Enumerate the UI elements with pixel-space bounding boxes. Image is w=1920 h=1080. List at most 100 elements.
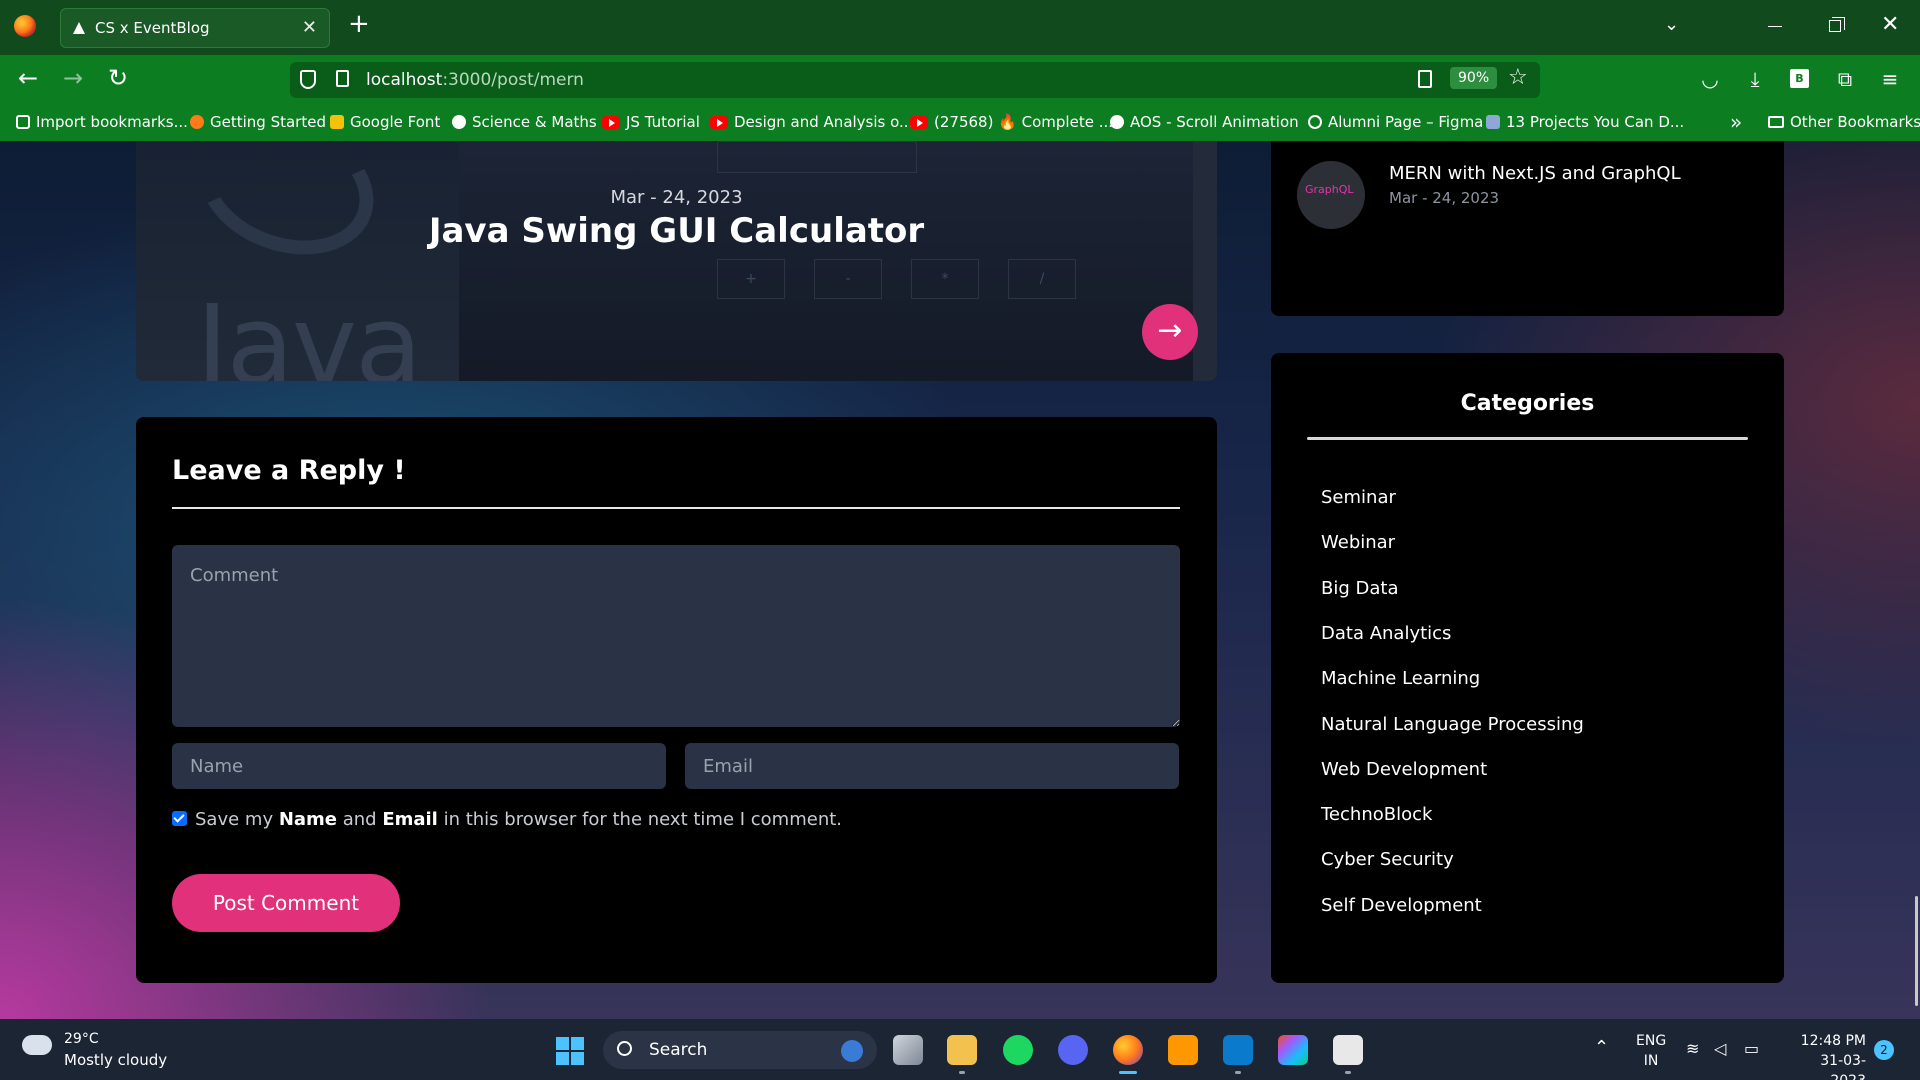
taskbar-search[interactable]: Search — [603, 1031, 877, 1069]
more-bookmarks-chevron-icon[interactable]: » — [1730, 110, 1742, 134]
bookmark-item[interactable]: Google Font — [330, 113, 440, 131]
bing-icon[interactable] — [841, 1040, 863, 1062]
other-bookmarks-folder[interactable]: Other Bookmarks — [1768, 113, 1920, 131]
url-text[interactable]: localhost:3000/post/mern — [366, 70, 584, 90]
minimize-window-icon[interactable] — [1768, 26, 1782, 27]
spotify-icon[interactable] — [1003, 1035, 1033, 1065]
youtube-icon — [602, 116, 620, 129]
github-icon — [1110, 115, 1124, 129]
science-icon — [452, 115, 466, 129]
list-all-tabs-icon[interactable]: ⌄ — [1664, 14, 1679, 35]
windows-start-icon[interactable] — [556, 1037, 584, 1065]
bookmark-item[interactable]: Design and Analysis o... — [710, 113, 913, 131]
bookmark-item[interactable]: Science & Maths — [452, 113, 597, 131]
firefox-taskbar-icon[interactable] — [1113, 1035, 1143, 1065]
bookmark-label: Science & Maths — [472, 113, 597, 131]
notification-badge[interactable]: 2 — [1874, 1040, 1894, 1060]
tab-active[interactable]: CS x EventBlog ✕ — [60, 8, 330, 48]
task-view-icon[interactable] — [893, 1035, 923, 1065]
post-comment-button[interactable]: Post Comment — [172, 874, 400, 932]
recent-post-title[interactable]: MERN with Next.JS and GraphQL — [1389, 163, 1681, 184]
bookmark-item[interactable]: AOS - Scroll Animation — [1110, 113, 1299, 131]
search-icon — [617, 1041, 632, 1056]
save-text-name: Name — [278, 809, 337, 830]
snipping-tool-icon[interactable] — [1333, 1035, 1363, 1065]
category-link[interactable]: TechnoBlock — [1321, 804, 1432, 825]
featured-post-card[interactable]: Java + - * / Mar - 24, 2023 Java Swing G… — [136, 141, 1217, 381]
close-window-icon[interactable]: ✕ — [1881, 12, 1899, 37]
downloads-icon[interactable]: ⤓ — [1744, 68, 1766, 90]
divider — [172, 507, 1180, 509]
weather-cloud-icon[interactable] — [22, 1027, 52, 1055]
bookmark-item[interactable]: JS Tutorial — [602, 113, 700, 131]
bookmark-item[interactable]: (27568) 🔥 Complete ... — [910, 113, 1113, 131]
post-title[interactable]: Java Swing GUI Calculator — [136, 211, 1217, 251]
url-path: :3000/post/mern — [442, 70, 584, 90]
name-input[interactable] — [172, 743, 666, 789]
bookmark-star-icon[interactable]: ☆ — [1508, 65, 1528, 90]
battery-icon[interactable]: ▭ — [1744, 1039, 1759, 1058]
restore-window-icon[interactable] — [1829, 17, 1845, 32]
bookmark-item[interactable]: Import bookmarks... — [16, 113, 188, 131]
language-indicator[interactable]: ENG IN — [1636, 1031, 1666, 1071]
page-info-icon[interactable] — [336, 70, 349, 87]
address-bar[interactable]: localhost:3000/post/mern 90% ☆ — [290, 62, 1540, 98]
vscode-icon[interactable] — [1223, 1035, 1253, 1065]
weather-temperature[interactable]: 29°C — [64, 1031, 99, 1047]
firefox-icon — [190, 115, 204, 129]
firefox-menu-icon[interactable] — [14, 15, 36, 37]
category-link[interactable]: Webinar — [1321, 532, 1395, 553]
tab-close-icon[interactable]: ✕ — [302, 17, 317, 38]
hero-edge — [1193, 141, 1217, 381]
category-link[interactable]: Machine Learning — [1321, 668, 1480, 689]
show-hidden-icons-chevron-icon[interactable]: ⌃ — [1594, 1037, 1609, 1058]
pocket-icon[interactable]: ◡ — [1699, 68, 1721, 90]
extension-b-icon[interactable]: B — [1790, 69, 1809, 88]
category-link[interactable]: Web Development — [1321, 759, 1487, 780]
app-menu-icon[interactable]: ≡ — [1879, 68, 1901, 90]
tracking-protection-icon[interactable] — [300, 70, 316, 89]
page-content[interactable]: Java + - * / Mar - 24, 2023 Java Swing G… — [0, 141, 1920, 1019]
volume-icon[interactable]: ◁ — [1714, 1039, 1726, 1058]
youtube-icon — [710, 116, 728, 129]
new-tab-button[interactable]: + — [348, 9, 370, 39]
bookmark-item[interactable]: 13 Projects You Can D... — [1486, 113, 1684, 131]
weather-condition[interactable]: Mostly cloudy — [64, 1051, 167, 1069]
forward-icon[interactable]: → — [63, 66, 83, 90]
system-clock[interactable]: 12:48 PM 31-03-2023 — [1786, 1031, 1866, 1080]
reader-view-icon[interactable] — [1418, 70, 1432, 88]
calculator-display — [717, 141, 917, 173]
category-link[interactable]: Self Development — [1321, 895, 1482, 916]
save-text-prefix: Save my — [195, 809, 279, 830]
category-link[interactable]: Natural Language Processing — [1321, 714, 1584, 735]
extensions-icon[interactable]: ⧉ — [1834, 68, 1856, 90]
wifi-icon[interactable]: ≋ — [1686, 1039, 1699, 1058]
bookmark-label: 13 Projects You Can D... — [1506, 113, 1685, 131]
category-link[interactable]: Seminar — [1321, 487, 1396, 508]
bookmark-item[interactable]: Alumni Page – Figma — [1308, 113, 1483, 131]
bookmark-label: Getting Started — [210, 113, 326, 131]
recent-post-thumbnail[interactable]: GraphQL — [1297, 161, 1365, 229]
figma-icon[interactable] — [1278, 1035, 1308, 1065]
graphql-logo-icon: GraphQL — [1305, 183, 1354, 196]
category-link[interactable]: Big Data — [1321, 578, 1398, 599]
page-scrollbar[interactable] — [1915, 896, 1918, 1006]
youtube-icon — [910, 116, 928, 129]
discord-icon[interactable] — [1058, 1035, 1088, 1065]
category-link[interactable]: Data Analytics — [1321, 623, 1451, 644]
clock-time: 12:48 PM — [1800, 1033, 1866, 1049]
file-explorer-icon[interactable] — [947, 1035, 977, 1065]
bookmark-label: Google Font — [350, 113, 441, 131]
comment-textarea[interactable] — [172, 545, 1180, 727]
zoom-level-button[interactable]: 90% — [1450, 67, 1498, 89]
calculator-key: + — [717, 259, 785, 299]
reload-icon[interactable]: ↻ — [108, 66, 128, 90]
save-info-checkbox[interactable] — [172, 811, 187, 826]
sublime-text-icon[interactable] — [1168, 1035, 1198, 1065]
read-more-arrow-icon[interactable]: → — [1142, 304, 1198, 360]
category-link[interactable]: Cyber Security — [1321, 849, 1454, 870]
bookmark-label: AOS - Scroll Animation — [1130, 113, 1299, 131]
bookmark-item[interactable]: Getting Started — [190, 113, 326, 131]
email-input[interactable] — [685, 743, 1179, 789]
back-icon[interactable]: ← — [18, 66, 38, 90]
